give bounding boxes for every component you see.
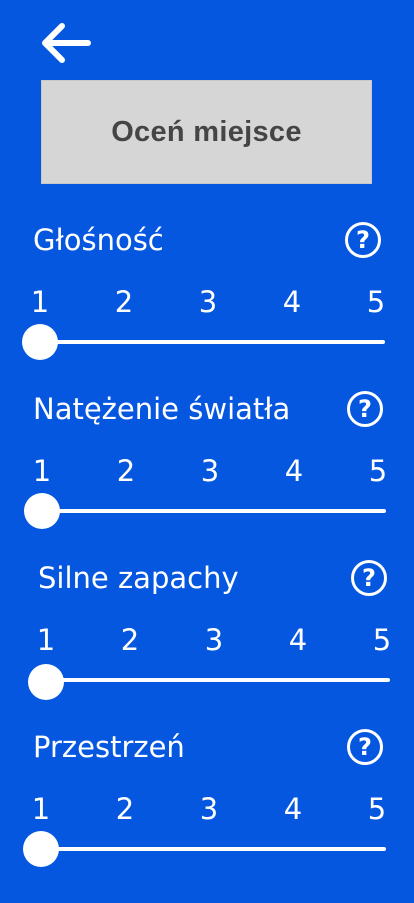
slider-thumb[interactable] (24, 493, 60, 529)
tick-label: 3 (204, 623, 224, 657)
tick-label: 2 (120, 623, 140, 657)
slider-track[interactable] (41, 847, 386, 851)
tick-label: 3 (198, 285, 218, 319)
tick-label: 1 (30, 285, 50, 319)
rating-section-space: Przestrzeń ? 1 2 3 4 5 (0, 729, 414, 903)
back-button[interactable] (38, 20, 94, 66)
rating-section-strong-smells: Silne zapachy ? 1 2 3 4 5 (0, 560, 414, 734)
rating-section-light-intensity: Natężenie światła ? 1 2 3 4 5 (0, 391, 414, 565)
title-box: Oceń miejsce (41, 80, 372, 184)
arrow-left-icon (42, 23, 91, 63)
rating-section-loudness: Głośność ? 1 2 3 4 5 (0, 222, 414, 396)
slider-track[interactable] (40, 340, 385, 344)
page-title: Oceń miejsce (111, 115, 302, 148)
tick-label: 5 (366, 285, 386, 319)
slider-thumb[interactable] (23, 831, 59, 867)
help-icon[interactable]: ? (351, 560, 387, 596)
tick-label: 4 (283, 792, 303, 826)
tick-label: 4 (282, 285, 302, 319)
tick-label: 3 (200, 454, 220, 488)
tick-label: 2 (116, 454, 136, 488)
tick-label: 4 (288, 623, 308, 657)
help-icon[interactable]: ? (347, 391, 383, 427)
tick-label: 5 (367, 792, 387, 826)
tick-label: 4 (284, 454, 304, 488)
rating-label: Silne zapachy (38, 561, 239, 595)
slider-thumb[interactable] (22, 324, 58, 360)
tick-label: 1 (36, 623, 56, 657)
tick-label: 5 (368, 454, 388, 488)
rating-label: Przestrzeń (33, 730, 185, 764)
tick-label: 5 (372, 623, 392, 657)
tick-label: 2 (115, 792, 135, 826)
tick-label: 1 (32, 454, 52, 488)
help-icon[interactable]: ? (345, 222, 381, 258)
slider-thumb[interactable] (28, 664, 64, 700)
slider-track[interactable] (42, 509, 386, 513)
tick-label: 3 (199, 792, 219, 826)
help-icon[interactable]: ? (347, 729, 383, 765)
tick-label: 2 (114, 285, 134, 319)
rating-label: Natężenie światła (33, 392, 291, 426)
tick-label: 1 (31, 792, 51, 826)
rating-label: Głośność (33, 223, 164, 257)
slider-track[interactable] (46, 678, 390, 682)
